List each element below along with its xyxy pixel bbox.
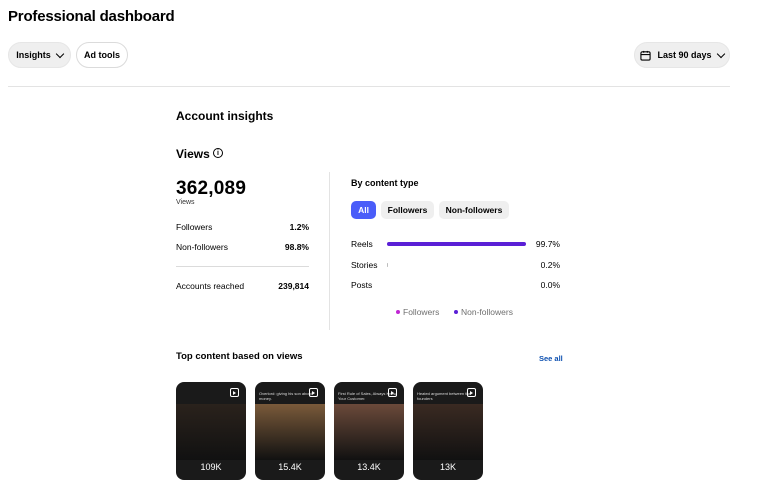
reel-icon [230, 388, 239, 397]
views-total-label: Views [176, 199, 195, 206]
followers-label: Followers [176, 222, 213, 232]
header-divider [8, 86, 730, 87]
reel-icon [388, 388, 397, 397]
accounts-reached-label: Accounts reached [176, 281, 245, 291]
legend-label: Followers [403, 307, 440, 317]
posts-bar [387, 283, 526, 287]
ad-tools-label: Ad tools [84, 50, 120, 60]
stories-bar [387, 263, 526, 267]
top-content-title: Top content based on views [176, 351, 303, 362]
reels-bar [387, 242, 526, 246]
info-icon[interactable]: i [213, 148, 223, 158]
chevron-down-icon [716, 49, 725, 58]
calendar-icon [640, 50, 652, 61]
stories-value: 0.2% [540, 260, 560, 270]
reels-value: 99.7% [535, 239, 560, 249]
non-followers-value: 98.8% [284, 242, 309, 252]
insights-label: Insights [16, 50, 51, 60]
date-range-label: Last 90 days [657, 50, 712, 60]
page-title: Professional dashboard [8, 8, 175, 25]
followers-value: 1.2% [289, 222, 309, 232]
posts-label: Posts [351, 280, 373, 290]
views-title: Views [176, 147, 210, 161]
posts-value: 0.0% [540, 280, 560, 290]
content-thumbnail[interactable]: First Rule of Sales, Always Know Your Cu… [334, 382, 404, 480]
legend-followers: Followers [396, 307, 439, 317]
thumbnail-views: 13.4K [357, 462, 381, 472]
thumbnail-views: 13K [439, 462, 456, 472]
content-thumbnail[interactable]: Overlord: giving his son about money. 15… [255, 382, 325, 480]
thumbnail-image [334, 404, 404, 460]
legend-dot-icon [396, 310, 400, 314]
vertical-divider [329, 172, 330, 330]
legend-non-followers: Non-followers [454, 307, 513, 317]
ad-tools-button[interactable]: Ad tools [76, 42, 128, 68]
chevron-down-icon [55, 49, 64, 58]
filter-followers-chip[interactable]: Followers [381, 201, 434, 219]
non-followers-label: Non-followers [176, 242, 228, 252]
divider [176, 266, 309, 267]
thumbnail-image [413, 404, 483, 460]
filter-all-chip[interactable]: All [351, 201, 376, 219]
thumbnail-image [176, 404, 246, 460]
see-all-link[interactable]: See all [539, 354, 563, 363]
date-range-dropdown[interactable]: Last 90 days [634, 42, 730, 68]
accounts-reached-value: 239,814 [278, 281, 309, 291]
filter-non-followers-chip[interactable]: Non-followers [439, 201, 509, 219]
stories-label: Stories [351, 260, 378, 270]
account-insights-title: Account insights [176, 109, 274, 123]
thumbnail-views: 109K [200, 462, 222, 472]
reel-icon [309, 388, 318, 397]
content-type-title: By content type [351, 178, 419, 188]
reels-label: Reels [351, 239, 373, 249]
thumbnail-image [255, 404, 325, 460]
thumbnail-views: 15.4K [278, 462, 302, 472]
reel-icon [467, 388, 476, 397]
content-thumbnail[interactable]: 109K [176, 382, 246, 480]
legend-label: Non-followers [461, 307, 513, 317]
insights-dropdown[interactable]: Insights [8, 42, 71, 68]
legend-dot-icon [454, 310, 458, 314]
content-thumbnail[interactable]: Heated argument between the founders 13K [413, 382, 483, 480]
views-total: 362,089 [176, 178, 247, 199]
